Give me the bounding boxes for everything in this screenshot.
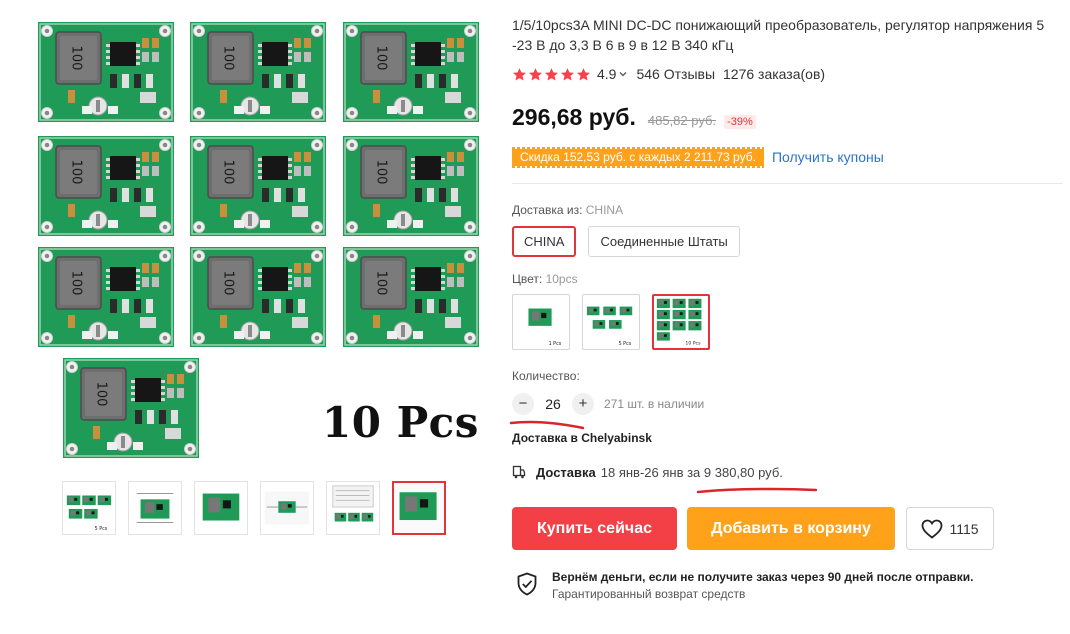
svg-text:100: 100 xyxy=(69,160,84,185)
thumb-dimensions[interactable] xyxy=(128,481,182,535)
coupon-tag: Скидка 152,53 руб. с каждых 2 211,73 руб… xyxy=(512,145,764,169)
annotation-underline xyxy=(509,420,585,430)
color-options: 1 Pcs 5 Pcs 10 Pcs xyxy=(512,294,710,350)
guarantee-title: Вернём деньги, если не получите заказ че… xyxy=(552,570,974,584)
old-price: 485,82 руб. xyxy=(647,113,717,128)
star-icon xyxy=(513,67,526,80)
color-label-text: Цвет: xyxy=(512,272,543,286)
pcb-board-image: 100 xyxy=(190,247,326,347)
svg-text:100: 100 xyxy=(69,46,84,71)
add-to-cart-button[interactable]: Добавить в корзину xyxy=(687,507,895,550)
shipping-from-label-text: Доставка из: xyxy=(512,203,583,217)
shipping-options: CHINA Соединенные Штаты xyxy=(512,226,740,257)
price-row: 296,68 руб. 485,82 руб. -39% xyxy=(512,104,756,134)
svg-text:10 Pcs: 10 Pcs xyxy=(685,340,701,346)
pcb-board-image: 100 xyxy=(343,247,479,347)
pcb-board-image: 100 xyxy=(38,247,174,347)
star-icon xyxy=(577,67,590,80)
thumb-wiring-diagram[interactable] xyxy=(260,481,314,535)
pcs-count-label: 10 Pcs xyxy=(322,398,479,447)
divider xyxy=(512,183,1063,184)
color-option-1[interactable]: 1 Pcs xyxy=(512,294,570,350)
svg-text:100: 100 xyxy=(221,46,236,71)
pcb-board-image: 100 xyxy=(190,22,326,122)
chevron-down-icon[interactable] xyxy=(618,69,628,79)
wishlist-count: 1115 xyxy=(949,520,979,537)
star-icon xyxy=(545,67,558,80)
svg-text:100: 100 xyxy=(374,271,389,296)
svg-text:100: 100 xyxy=(221,271,236,296)
quantity-increase-button[interactable]: + xyxy=(572,393,594,415)
ship-option-china[interactable]: CHINA xyxy=(512,226,577,257)
thumbnail-strip: 5 Pcs xyxy=(62,481,452,537)
pcb-board-image: 100 xyxy=(38,22,174,122)
guarantee-subtitle: Гарантированный возврат средств xyxy=(552,587,746,601)
buy-now-button[interactable]: Купить сейчас xyxy=(512,507,677,550)
product-title: 1/5/10pcs3A MINI DC-DC понижающий преобр… xyxy=(512,17,1045,53)
svg-text:100: 100 xyxy=(374,160,389,185)
rating-row: 4.9 546 Отзывы 1276 заказа(ов) xyxy=(512,64,825,84)
quantity-stepper: − 26 + 271 шт. в наличии xyxy=(512,392,704,416)
delivery-dates: 18 янв-26 янв за 9 380,80 руб. xyxy=(600,464,783,480)
discount-badge: -39% xyxy=(724,115,756,129)
color-selected: 10pcs xyxy=(545,272,578,286)
deliver-to-city[interactable]: Доставка в Chelyabinsk xyxy=(512,431,652,445)
quantity-label: Количество: xyxy=(512,369,580,383)
delivery-label: Доставка xyxy=(536,464,596,480)
get-coupons-link[interactable]: Получить купоны xyxy=(772,149,884,165)
pcb-board-image: 100 xyxy=(343,136,479,236)
color-label: Цвет: 10pcs xyxy=(512,272,578,286)
star-icon xyxy=(561,67,574,80)
ship-option-usa[interactable]: Соединенные Штаты xyxy=(588,226,740,257)
rating-stars xyxy=(512,67,591,82)
quantity-decrease-button[interactable]: − xyxy=(512,393,534,415)
color-option-3[interactable]: 10 Pcs xyxy=(652,294,710,350)
coupon-row: Скидка 152,53 руб. с каждых 2 211,73 руб… xyxy=(512,145,884,169)
pcb-board-image: 100 xyxy=(190,136,326,236)
wishlist-button[interactable]: 1115 xyxy=(906,507,994,550)
thumb-single-board[interactable] xyxy=(194,481,248,535)
shipping-from-selected: CHINA xyxy=(585,203,624,217)
rating-value[interactable]: 4.9 xyxy=(597,66,616,82)
pcb-board-image: 100 xyxy=(38,136,174,236)
annotation-underline xyxy=(696,487,818,494)
buyer-protection: Вернём деньги, если не получите заказ че… xyxy=(516,568,974,602)
svg-text:100: 100 xyxy=(69,271,84,296)
svg-text:100: 100 xyxy=(94,382,109,407)
shield-check-icon xyxy=(517,572,537,596)
color-option-2[interactable]: 5 Pcs xyxy=(582,294,640,350)
current-price: 296,68 руб. xyxy=(512,104,636,130)
quantity-value[interactable]: 26 xyxy=(534,396,572,412)
delivery-icon xyxy=(512,465,526,479)
thumb-spec-sheet[interactable] xyxy=(326,481,380,535)
main-product-image[interactable]: 100 100 100 100 100 100 100 100 100 100 xyxy=(30,14,485,459)
thumb-board-angle[interactable] xyxy=(392,481,446,535)
shipping-from-label: Доставка из: CHINA xyxy=(512,203,623,217)
svg-text:100: 100 xyxy=(374,46,389,71)
reviews-link[interactable]: 546 Отзывы xyxy=(636,66,715,82)
svg-text:5 Pcs: 5 Pcs xyxy=(619,341,632,347)
heart-icon xyxy=(922,519,943,539)
delivery-row: Доставка 18 янв-26 янв за 9 380,80 руб. xyxy=(512,463,783,481)
pcb-board-image: 100 xyxy=(343,22,479,122)
svg-text:5 Pcs: 5 Pcs xyxy=(95,526,108,532)
orders-count: 1276 заказа(ов) xyxy=(723,66,826,82)
star-icon xyxy=(529,67,542,80)
pcb-board-image: 100 xyxy=(63,358,199,458)
thumb-5pcs[interactable]: 5 Pcs xyxy=(62,481,116,535)
svg-text:100: 100 xyxy=(221,160,236,185)
stock-count: 271 шт. в наличии xyxy=(604,397,705,411)
svg-text:1 Pcs: 1 Pcs xyxy=(549,341,562,347)
